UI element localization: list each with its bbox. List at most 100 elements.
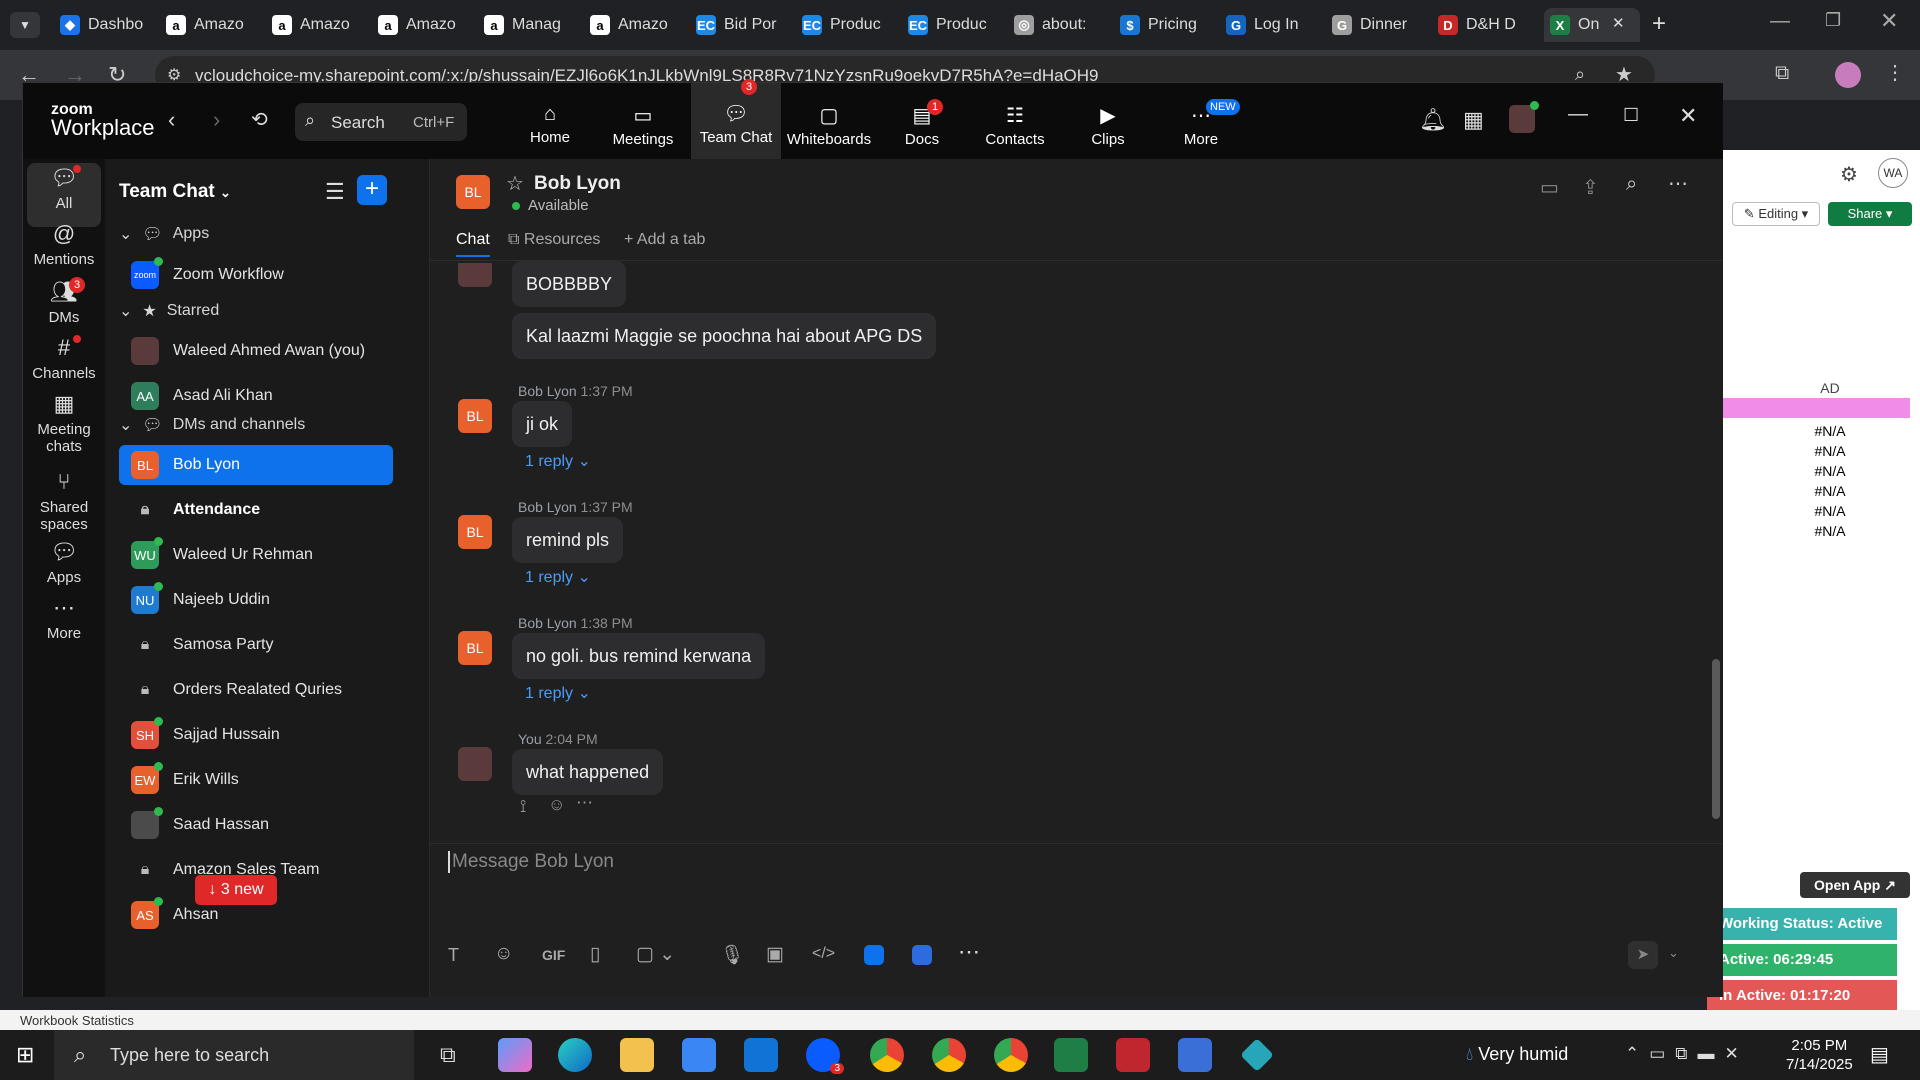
nav-meetings[interactable]: ▭ Meetings [598, 103, 688, 148]
browser-tab[interactable]: a Amazo [166, 8, 262, 42]
calculator-icon[interactable] [1178, 1038, 1212, 1072]
favorite-star-icon[interactable]: ☆ [506, 171, 524, 196]
forward-nav-icon[interactable]: › [213, 107, 220, 133]
restore-browser-button[interactable]: ❐ [1825, 10, 1841, 31]
rail-meeting-chats[interactable]: ▦ Meeting chats [23, 391, 105, 455]
minimize-zoom-button[interactable]: — [1568, 103, 1588, 126]
account-avatar[interactable]: WA [1878, 158, 1908, 188]
history-icon[interactable]: ⟲ [251, 107, 268, 132]
user-avatar[interactable] [1509, 101, 1539, 133]
file-icon[interactable]: ▯ [590, 943, 600, 966]
weather-widget[interactable]: 💧︎ Very humid [1466, 1044, 1568, 1065]
rail-channels[interactable]: # Channels [23, 335, 105, 382]
rail-dms[interactable]: 👥︎ 3 DMs [23, 277, 105, 326]
browser-tab[interactable]: X On [1544, 8, 1640, 42]
sidebar-item-chat[interactable]: 🔒︎ Orders Realated Quries [119, 670, 393, 710]
nav-team-chat[interactable]: 💬︎ 3 Team Chat [691, 79, 781, 159]
rail-all[interactable]: 💬︎ All [23, 165, 105, 212]
sidebar-item-chat[interactable]: EW Erik Wills [119, 760, 393, 800]
close-tab-icon[interactable]: ✕ [1612, 14, 1625, 32]
sidebar-item-chat[interactable]: NU Najeeb Uddin [119, 580, 393, 620]
outlook-icon[interactable] [744, 1038, 778, 1072]
notifications-icon[interactable]: ▤ [1870, 1042, 1889, 1067]
message-input[interactable]: Message Bob Lyon [448, 851, 614, 873]
message-bubble[interactable]: BOBBBBY [512, 261, 627, 307]
reply-thread-link[interactable]: 1 reply ⌄ [525, 683, 591, 703]
browser-menu-icon[interactable]: ⋮ [1885, 60, 1905, 85]
sidebar-item-starred[interactable]: AA Asad Ali Khan [119, 376, 393, 416]
send-options-icon[interactable]: ⌄ [1668, 945, 1679, 961]
tab-chat[interactable]: Chat [456, 231, 490, 257]
cell[interactable]: #N/A [1780, 423, 1880, 439]
nav-whiteboards[interactable]: ▢ Whiteboards [784, 103, 874, 148]
calendar-panel-icon[interactable]: ▦ [1463, 107, 1484, 133]
browser-tab[interactable]: EC Produc [802, 8, 898, 42]
video-call-icon[interactable]: ▭ [1540, 175, 1559, 200]
edge-icon[interactable] [558, 1038, 592, 1072]
nav-clips[interactable]: ▶ Clips [1063, 103, 1153, 148]
screenshot-icon[interactable]: ▢ ⌄ [636, 943, 675, 966]
browser-tab[interactable]: G Dinner [1332, 8, 1428, 42]
message-bubble[interactable]: Kal laazmi Maggie se poochna hai about A… [512, 313, 937, 359]
cell[interactable]: #N/A [1780, 463, 1880, 479]
sidebar-item-chat[interactable]: WU Waleed Ur Rehman [119, 535, 393, 575]
browser-tab[interactable]: a Manag [484, 8, 580, 42]
browser-tab[interactable]: ◎ about: [1014, 8, 1110, 42]
editing-button[interactable]: ✎ Editing ▾ [1732, 202, 1820, 226]
notifications-bell-icon[interactable]: 🔔︎ [1419, 107, 1447, 133]
filter-icon[interactable]: ☰ [325, 179, 345, 205]
whiteboard-shortcut-icon[interactable] [912, 945, 932, 965]
cell[interactable]: #N/A [1780, 443, 1880, 459]
sidebar-item-chat[interactable]: 🔒︎ Attendance [119, 490, 393, 530]
settings-icon[interactable]: ⚙ [1840, 162, 1858, 187]
gif-button[interactable]: GIF [542, 947, 565, 963]
column-header[interactable]: AD [1780, 380, 1880, 396]
clock[interactable]: 2:05 PM 7/14/2025 [1786, 1036, 1853, 1074]
browser-tab[interactable]: D D&H D [1438, 8, 1534, 42]
browser-tab[interactable]: a Amazo [272, 8, 368, 42]
sidebar-item-chat[interactable]: 🔒︎ Samosa Party [119, 625, 393, 665]
new-messages-button[interactable]: ↓ 3 new [195, 875, 277, 905]
share-button[interactable]: Share ▾ [1828, 202, 1912, 226]
code-snippet-icon[interactable]: </> [812, 945, 835, 963]
reply-thread-link[interactable]: 1 reply ⌄ [525, 451, 591, 471]
chat-scrollbar[interactable] [1712, 659, 1720, 819]
nav-contacts[interactable]: ☷ Contacts [970, 103, 1060, 148]
app-shortcut-icon[interactable] [864, 945, 884, 965]
more-tools-icon[interactable]: ⋯ [958, 939, 980, 965]
new-chat-button[interactable]: + [357, 175, 387, 205]
message-bubble[interactable]: no goli. bus remind kerwana [512, 633, 766, 679]
message-bubble[interactable]: ji ok [512, 401, 573, 447]
format-text-icon[interactable]: T [448, 945, 459, 966]
browser-tab[interactable]: ◆ Dashbo [60, 8, 156, 42]
search-box[interactable]: ⌕ Search Ctrl+F [295, 103, 467, 141]
excel-icon[interactable] [1054, 1038, 1088, 1072]
section-dms[interactable]: ⌄ 💬︎ DMs and channels [119, 415, 305, 435]
share-screen-icon[interactable]: ⇪ [1582, 175, 1599, 200]
cell[interactable]: #N/A [1780, 503, 1880, 519]
start-button[interactable]: ⊞ [16, 1042, 34, 1068]
tab-search-button[interactable]: ▼ [10, 12, 40, 38]
browser-tab[interactable]: $ Pricing [1120, 8, 1216, 42]
sender-avatar[interactable]: BL [458, 399, 492, 433]
copilot-icon[interactable] [498, 1038, 532, 1072]
rail-mentions[interactable]: @ Mentions [23, 221, 105, 268]
nav-docs[interactable]: ▤ 1 Docs [877, 99, 967, 148]
add-reaction-icon[interactable]: ☺ [548, 795, 565, 815]
sender-avatar[interactable]: BL [458, 515, 492, 549]
open-app-button[interactable]: Open App ↗ [1800, 872, 1910, 898]
message-bubble[interactable]: remind pls [512, 517, 624, 563]
tab-add[interactable]: + Add a tab [624, 231, 705, 249]
new-tab-button[interactable]: + [1652, 10, 1666, 38]
browser-tab[interactable]: G Log In [1226, 8, 1322, 42]
contact-name[interactable]: Bob Lyon [534, 173, 621, 195]
chrome-icon[interactable] [932, 1038, 966, 1072]
profile-avatar[interactable] [1835, 62, 1861, 88]
send-button[interactable]: ➤ [1628, 941, 1658, 969]
task-view-icon[interactable]: ⧉ [440, 1042, 456, 1068]
sidebar-item-chat[interactable]: Saad Hassan [119, 805, 393, 845]
rail-apps[interactable]: 💬︎ Apps [23, 539, 105, 586]
maximize-zoom-button[interactable]: ☐ [1623, 105, 1639, 126]
browser-tab[interactable]: a Amazo [378, 8, 474, 42]
filezilla-icon[interactable] [1116, 1038, 1150, 1072]
